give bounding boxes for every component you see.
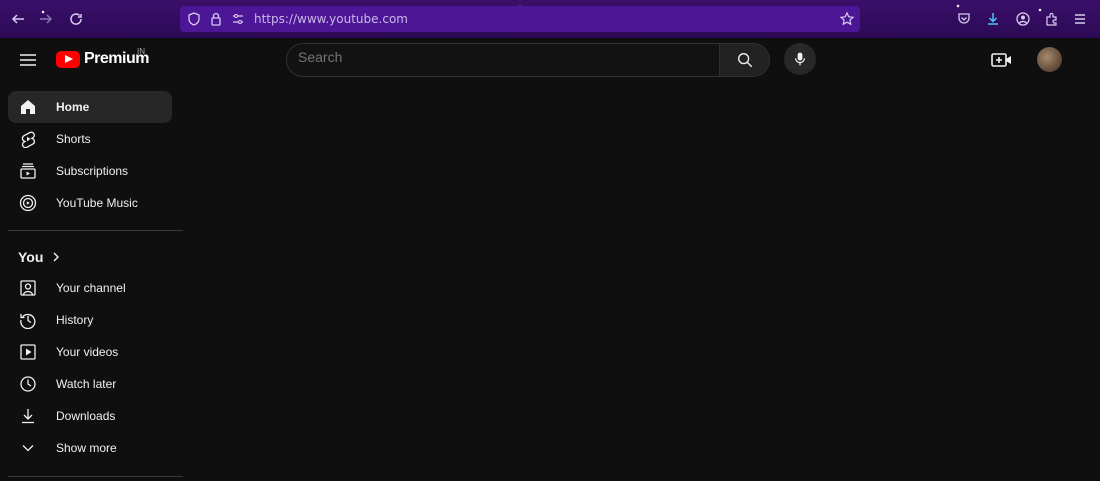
shield-icon[interactable]	[184, 9, 204, 29]
home-icon	[19, 98, 37, 116]
sidebar-item-label: Show more	[56, 441, 117, 455]
microphone-icon	[795, 52, 805, 66]
sidebar-item-label: Subscriptions	[56, 164, 129, 178]
main-content	[190, 82, 1100, 481]
app-menu-icon[interactable]	[1070, 9, 1090, 29]
sidebar-item-label: YouTube Music	[56, 196, 138, 210]
sidebar-item-your-channel[interactable]: Your channel	[8, 272, 172, 304]
youtube-play-icon	[56, 50, 80, 68]
search-button[interactable]	[719, 43, 770, 77]
reload-icon[interactable]	[66, 9, 86, 29]
sidebar-item-watch-later[interactable]: Watch later	[8, 368, 172, 400]
extensions-icon[interactable]	[1042, 9, 1062, 29]
sidebar-item-subscriptions[interactable]: Subscriptions	[8, 155, 172, 187]
you-header-label: You	[18, 249, 44, 265]
youtube-logo[interactable]: Premium	[56, 50, 149, 68]
sidebar-item-history[interactable]: History	[8, 304, 172, 336]
sidebar-item-youtube-music[interactable]: YouTube Music	[8, 187, 172, 219]
browser-toolbar: https://www.youtube.com	[0, 0, 1100, 38]
guide-menu-icon[interactable]	[16, 50, 40, 70]
pocket-icon[interactable]	[954, 9, 974, 29]
search-input[interactable]	[298, 49, 698, 65]
divider	[8, 476, 183, 477]
subscriptions-icon	[19, 162, 37, 180]
sidebar-item-label: History	[56, 313, 94, 327]
downloads-icon	[19, 407, 37, 425]
sidebar-item-label: Your channel	[56, 281, 126, 295]
shorts-icon	[19, 130, 37, 148]
search-icon	[737, 53, 752, 68]
sidebar: Home Shorts Subscriptions YouTube Music …	[0, 82, 190, 481]
sidebar-item-label: Home	[56, 100, 90, 114]
country-code: IN	[137, 47, 145, 56]
sidebar-item-label: Shorts	[56, 132, 91, 146]
sidebar-item-home[interactable]: Home	[8, 91, 172, 123]
masthead: Premium IN	[0, 38, 1100, 82]
create-video-icon[interactable]	[990, 50, 1014, 70]
you-section-header[interactable]: You	[18, 249, 61, 265]
forward-icon[interactable]	[36, 9, 56, 29]
sidebar-item-shorts[interactable]: Shorts	[8, 123, 172, 155]
sidebar-item-your-videos[interactable]: Your videos	[8, 336, 172, 368]
your-channel-icon	[19, 279, 37, 297]
divider	[8, 230, 183, 231]
back-icon[interactable]	[8, 9, 28, 29]
url-text[interactable]: https://www.youtube.com	[254, 12, 408, 26]
bookmark-star-icon[interactable]	[837, 9, 857, 29]
downloads-toolbar-icon[interactable]	[983, 9, 1003, 29]
sidebar-item-show-more[interactable]: Show more	[8, 432, 172, 464]
chevron-down-icon	[19, 439, 37, 457]
sidebar-item-label: Your videos	[56, 345, 119, 359]
lock-icon[interactable]	[206, 9, 226, 29]
your-videos-icon	[19, 343, 37, 361]
youtube-music-icon	[19, 194, 37, 212]
account-icon[interactable]	[1013, 9, 1033, 29]
permissions-icon[interactable]	[228, 9, 248, 29]
sidebar-item-downloads[interactable]: Downloads	[8, 400, 172, 432]
avatar[interactable]	[1037, 47, 1062, 72]
chevron-right-icon	[53, 252, 60, 262]
history-icon	[19, 311, 37, 329]
sidebar-item-label: Watch later	[56, 377, 117, 391]
voice-search-button[interactable]	[784, 43, 816, 75]
watch-later-icon	[19, 375, 37, 393]
sidebar-item-label: Downloads	[56, 409, 116, 423]
